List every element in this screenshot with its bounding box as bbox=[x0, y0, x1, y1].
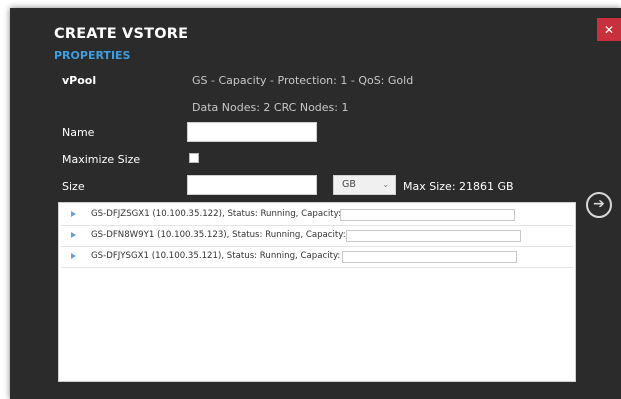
nodes-value: Data Nodes: 2 CRC Nodes: 1 bbox=[192, 101, 349, 114]
maximize-size-label: Maximize Size bbox=[62, 153, 141, 166]
create-vstore-dialog: ✕ CREATE VSTORE PROPERTIES vPool GS - Ca… bbox=[10, 8, 621, 399]
list-item[interactable]: GS-DFJZSGX1 (10.100.35.122), Status: Run… bbox=[61, 206, 573, 225]
size-label: Size bbox=[62, 180, 85, 193]
arrow-right-circle-icon: ➔ bbox=[593, 196, 605, 212]
expander-icon[interactable] bbox=[71, 253, 76, 259]
list-item[interactable]: GS-DFN8W9Y1 (10.100.35.123), Status: Run… bbox=[61, 227, 573, 246]
capacity-input[interactable] bbox=[340, 209, 515, 221]
next-button[interactable]: ➔ bbox=[586, 192, 612, 218]
row-divider bbox=[61, 267, 573, 268]
node-text: GS-DFJZSGX1 (10.100.35.122), Status: Run… bbox=[91, 209, 341, 219]
expander-icon[interactable] bbox=[71, 232, 76, 238]
name-label: Name bbox=[62, 126, 95, 139]
vpool-label: vPool bbox=[62, 74, 97, 87]
close-button[interactable]: ✕ bbox=[597, 18, 621, 41]
close-icon: ✕ bbox=[603, 22, 615, 37]
vpool-value: GS - Capacity - Protection: 1 - QoS: Gol… bbox=[192, 74, 414, 87]
unit-select[interactable]: GB ⌄ bbox=[333, 175, 396, 195]
size-input[interactable] bbox=[187, 175, 317, 195]
maximize-size-checkbox[interactable] bbox=[189, 153, 199, 163]
chevron-down-icon: ⌄ bbox=[382, 180, 389, 189]
name-input[interactable] bbox=[187, 122, 317, 142]
row-divider bbox=[61, 225, 573, 226]
max-size-text: Max Size: 21861 GB bbox=[403, 180, 514, 193]
section-title: PROPERTIES bbox=[54, 49, 131, 62]
expander-icon[interactable] bbox=[71, 211, 76, 217]
dialog-title: CREATE VSTORE bbox=[54, 26, 189, 42]
node-text: GS-DFN8W9Y1 (10.100.35.123), Status: Run… bbox=[91, 230, 346, 240]
capacity-input[interactable] bbox=[346, 230, 521, 242]
unit-select-value: GB bbox=[342, 179, 356, 190]
row-divider bbox=[61, 246, 573, 247]
capacity-input[interactable] bbox=[342, 251, 517, 263]
node-text: GS-DFJYSGX1 (10.100.35.121), Status: Run… bbox=[91, 251, 341, 261]
node-list: GS-DFJZSGX1 (10.100.35.122), Status: Run… bbox=[58, 202, 576, 382]
list-item[interactable]: GS-DFJYSGX1 (10.100.35.121), Status: Run… bbox=[61, 248, 573, 267]
